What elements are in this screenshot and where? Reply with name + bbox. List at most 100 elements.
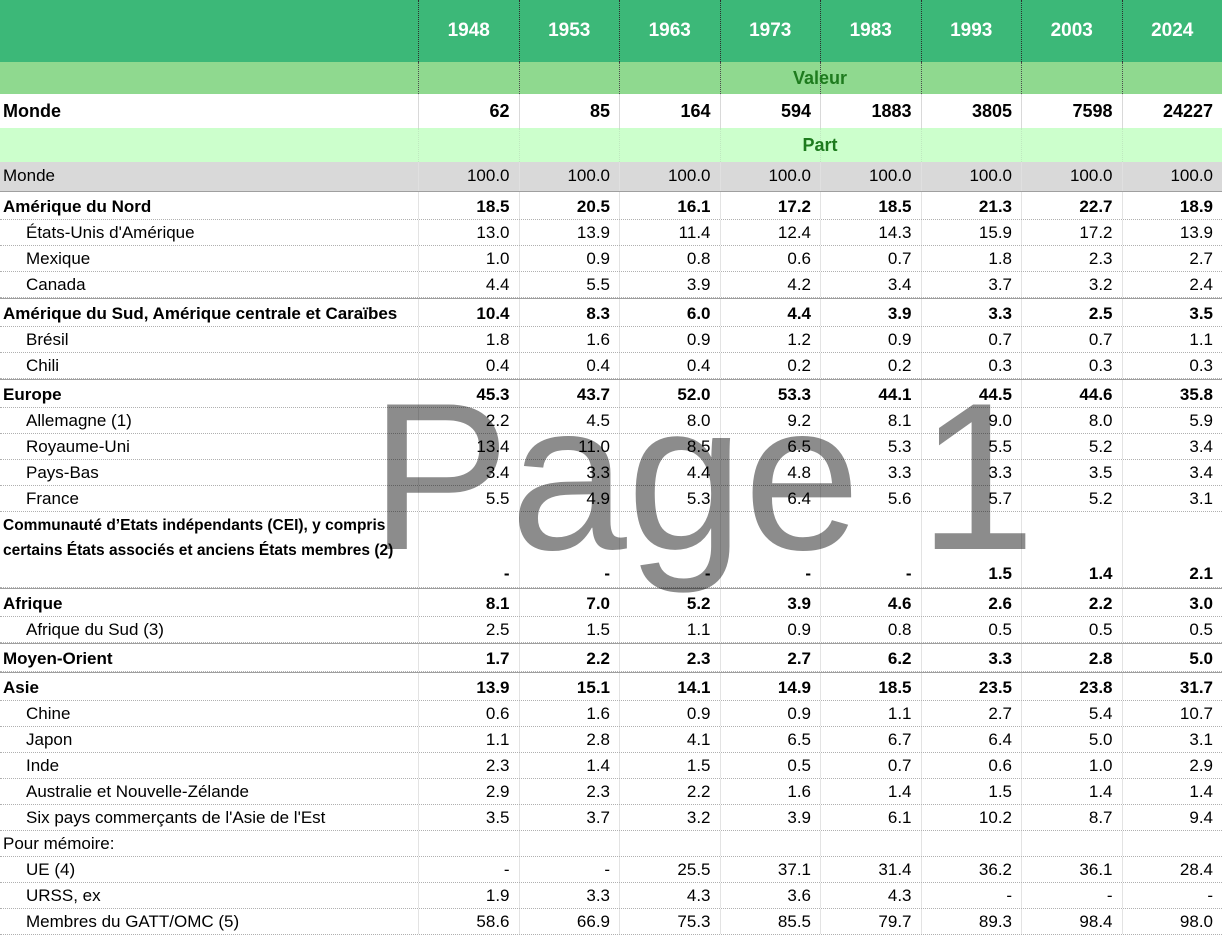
value-cell: 9.0 xyxy=(921,408,1022,433)
value-cell: 2.2 xyxy=(619,779,720,804)
value-cell: 1.1 xyxy=(1122,327,1222,352)
table-row: UE (4)--25.537.131.436.236.128.4 xyxy=(0,857,1222,883)
row-label: Moyen-Orient xyxy=(0,644,418,671)
table-row: Pour mémoire: xyxy=(0,831,1222,857)
header-corner-cell xyxy=(0,0,418,62)
table-row: Inde2.31.41.50.50.70.61.02.9 xyxy=(0,753,1222,779)
value-cell: 13.9 xyxy=(1122,220,1222,245)
value-cell: 4.3 xyxy=(820,883,921,908)
value-cell: 0.9 xyxy=(720,701,821,726)
value-cell: 0.8 xyxy=(619,246,720,271)
table-row: Communauté d’Etats indépendants (CEI), y… xyxy=(0,512,1222,588)
value-cell: 4.5 xyxy=(519,408,620,433)
value-cell: 9.4 xyxy=(1122,805,1222,830)
value-cell: 85.5 xyxy=(720,909,821,934)
table-row: Brésil1.81.60.91.20.90.70.71.1 xyxy=(0,327,1222,353)
value-cell: 3.4 xyxy=(1122,460,1222,485)
value-cell: 2.3 xyxy=(619,644,720,671)
value-cell: 5.9 xyxy=(1122,408,1222,433)
value-cell: 0.4 xyxy=(418,353,519,378)
value-cell: 3.2 xyxy=(1021,272,1122,297)
value-cell: 5.2 xyxy=(1021,434,1122,459)
value-cell: 18.5 xyxy=(418,192,519,219)
row-label: France xyxy=(0,486,418,511)
value-cell: 8.5 xyxy=(619,434,720,459)
value-cell xyxy=(720,831,821,856)
value-cell: 8.1 xyxy=(418,589,519,616)
value-cell: 21.3 xyxy=(921,192,1022,219)
value-cell: 24227 xyxy=(1122,94,1222,128)
value-cell: 31.7 xyxy=(1122,673,1222,700)
value-cell: 0.5 xyxy=(720,753,821,778)
value-cell: 4.4 xyxy=(418,272,519,297)
value-cell: 14.3 xyxy=(820,220,921,245)
value-cell: 1.0 xyxy=(1021,753,1122,778)
value-cell: 1.7 xyxy=(418,644,519,671)
value-cell: 100.0 xyxy=(1122,162,1222,191)
value-cell: 0.3 xyxy=(1122,353,1222,378)
value-cell: 45.3 xyxy=(418,380,519,407)
year-header-cell: 2003 xyxy=(1021,0,1122,62)
value-cell: 4.2 xyxy=(720,272,821,297)
value-cell: 4.4 xyxy=(720,299,821,326)
value-cell: 89.3 xyxy=(921,909,1022,934)
value-cell: 5.0 xyxy=(1021,727,1122,752)
row-label: Amérique du Nord xyxy=(0,192,418,219)
row-label: Japon xyxy=(0,727,418,752)
value-cell: 2.2 xyxy=(519,644,620,671)
value-cell: 100.0 xyxy=(418,162,519,191)
table-row: Amérique du Sud, Amérique centrale et Ca… xyxy=(0,298,1222,327)
value-cell: 0.4 xyxy=(619,353,720,378)
value-cell: 0.8 xyxy=(820,617,921,642)
value-cell: 1.2 xyxy=(720,327,821,352)
table-row: Chili0.40.40.40.20.20.30.30.3 xyxy=(0,353,1222,379)
table-row: Pays-Bas3.43.34.44.83.33.33.53.4 xyxy=(0,460,1222,486)
year-header-cell: 1953 xyxy=(519,0,620,62)
value-cell: 14.1 xyxy=(619,673,720,700)
value-cell: 1.1 xyxy=(418,727,519,752)
row-label: Monde xyxy=(0,162,418,191)
value-cell: 5.5 xyxy=(921,434,1022,459)
value-cell: 43.7 xyxy=(519,380,620,407)
row-label: Pays-Bas xyxy=(0,460,418,485)
value-cell: - xyxy=(720,512,821,587)
value-cell: - xyxy=(519,512,620,587)
value-cell: 4.4 xyxy=(619,460,720,485)
year-header-cell: 1963 xyxy=(619,0,720,62)
print-preview-page: 1948 1953 1963 1973 1983 1993 2003 2024 … xyxy=(0,0,1222,947)
value-cell: 3.1 xyxy=(1122,727,1222,752)
value-cell: 11.4 xyxy=(619,220,720,245)
row-label: Mexique xyxy=(0,246,418,271)
value-cell: 1.4 xyxy=(519,753,620,778)
row-label: Afrique du Sud (3) xyxy=(0,617,418,642)
value-cell: 23.8 xyxy=(1021,673,1122,700)
value-cell: 3.3 xyxy=(921,299,1022,326)
value-cell: 3.4 xyxy=(1122,434,1222,459)
value-cell: 6.7 xyxy=(820,727,921,752)
value-cell: 17.2 xyxy=(720,192,821,219)
part-section-label: Part xyxy=(418,128,1222,162)
value-cell: 5.6 xyxy=(820,486,921,511)
value-cell: - xyxy=(418,857,519,882)
value-cell: 10.4 xyxy=(418,299,519,326)
value-cell: 3.3 xyxy=(921,460,1022,485)
value-cell: 16.1 xyxy=(619,192,720,219)
value-cell: 31.4 xyxy=(820,857,921,882)
value-cell: 23.5 xyxy=(921,673,1022,700)
value-cell: 3.9 xyxy=(619,272,720,297)
value-cell: 1.6 xyxy=(720,779,821,804)
row-label: Australie et Nouvelle-Zélande xyxy=(0,779,418,804)
value-cell: 594 xyxy=(720,94,821,128)
table-row: Canada4.45.53.94.23.43.73.22.4 xyxy=(0,272,1222,298)
value-cell: 3.7 xyxy=(921,272,1022,297)
value-cell: 2.2 xyxy=(1021,589,1122,616)
table-row: Japon1.12.84.16.56.76.45.03.1 xyxy=(0,727,1222,753)
value-cell: 5.3 xyxy=(820,434,921,459)
value-cell: 6.0 xyxy=(619,299,720,326)
value-cell: 4.6 xyxy=(820,589,921,616)
value-cell xyxy=(1122,831,1222,856)
year-header-cell: 2024 xyxy=(1122,0,1222,62)
value-cell: 18.5 xyxy=(820,192,921,219)
value-cell: 1.8 xyxy=(921,246,1022,271)
value-cell: 7.0 xyxy=(519,589,620,616)
